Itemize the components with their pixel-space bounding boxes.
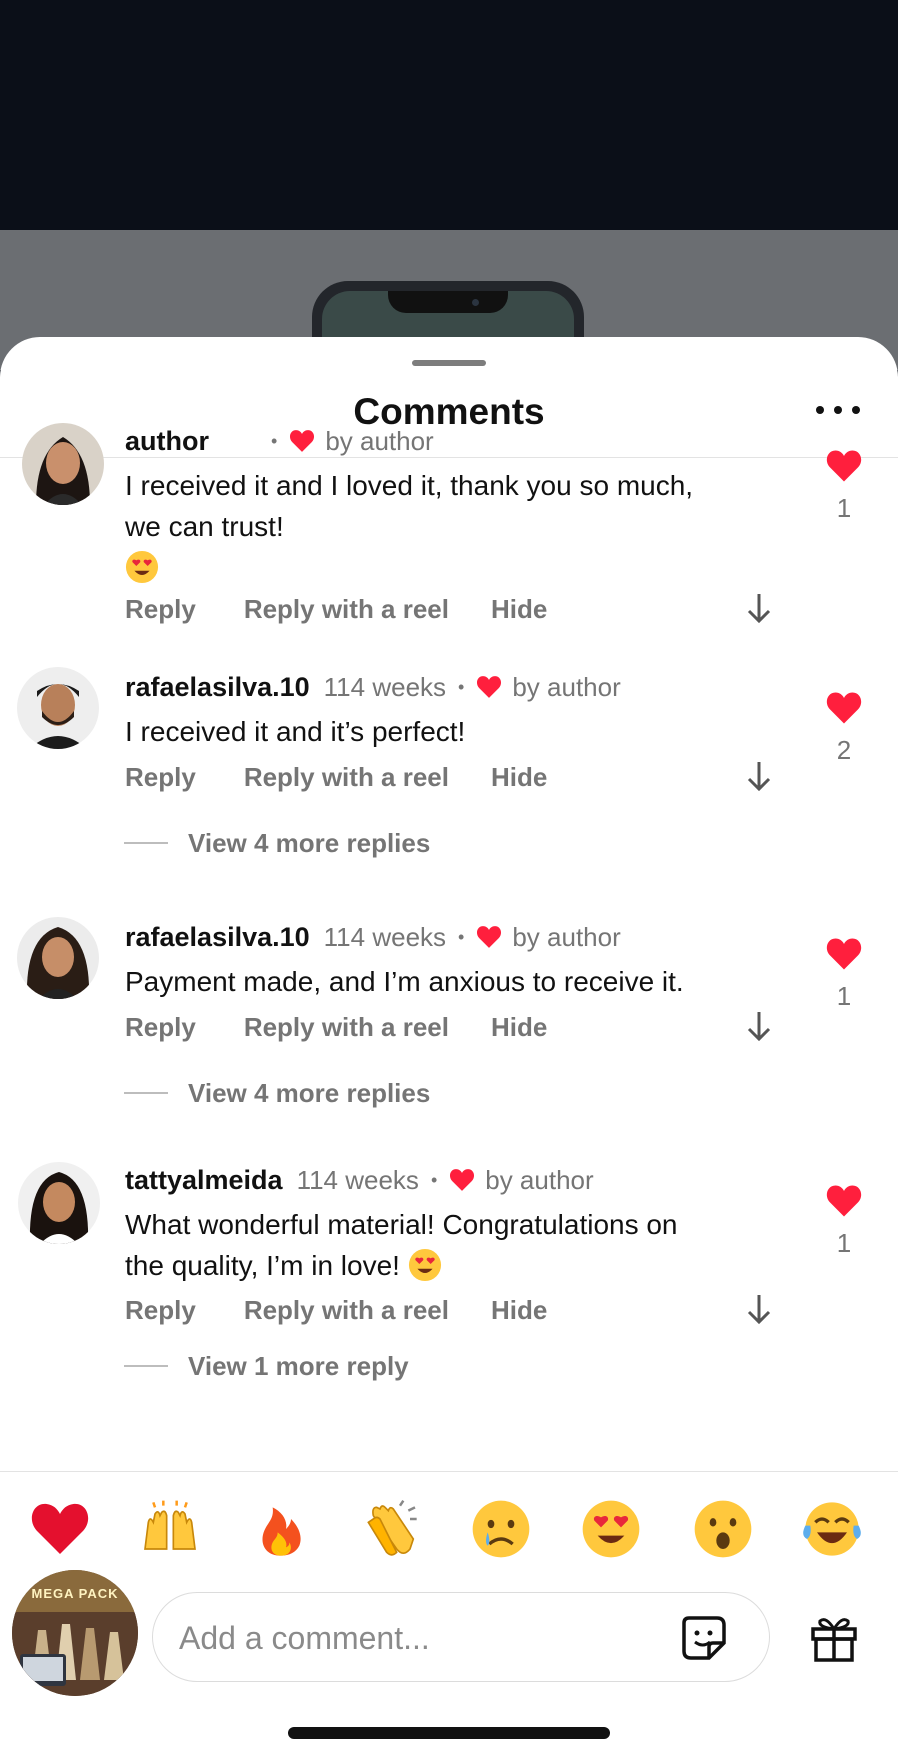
heart-eyes-emoji-button[interactable] — [581, 1499, 641, 1559]
username[interactable]: rafaelasilva.10 — [125, 672, 310, 703]
hide-button[interactable]: Hide — [491, 1012, 547, 1043]
comment-composer[interactable] — [152, 1592, 770, 1683]
surprised-face-emoji-button[interactable] — [693, 1499, 753, 1559]
comment-meta: author • by author — [125, 423, 434, 459]
separator-dot: • — [271, 430, 278, 451]
liked-by-label: by author — [325, 425, 434, 456]
username[interactable]: tattyalmeida — [125, 1165, 283, 1196]
comment-text: Payment made, and I’m anxious to receive… — [125, 966, 684, 997]
post-thumbnail-title: MEGA PACK — [31, 1586, 119, 1601]
like-count: 1 — [836, 493, 852, 523]
heart-icon — [477, 676, 502, 698]
raising-hands-icon — [144, 1500, 196, 1550]
like-button[interactable]: 1 — [820, 449, 868, 524]
surprised-face-icon — [694, 1500, 752, 1558]
like-button[interactable]: 1 — [820, 937, 868, 1012]
arrow-down-icon[interactable] — [745, 591, 773, 625]
heart-icon — [290, 430, 315, 452]
avatar[interactable] — [22, 423, 104, 505]
red-heart-icon — [31, 1503, 89, 1554]
heart-icon — [450, 1169, 475, 1191]
reply-with-reel-button[interactable]: Reply with a reel — [244, 762, 449, 793]
comment-time: 114 weeks — [323, 921, 447, 952]
arrow-down-icon[interactable] — [745, 759, 773, 793]
gift-icon[interactable] — [808, 1612, 860, 1664]
hide-button[interactable]: Hide — [491, 762, 547, 793]
post-thumbnail[interactable]: MEGA PACK — [12, 1570, 138, 1696]
crying-face-icon — [472, 1500, 530, 1558]
comment-meta: tattyalmeida 114 weeks • by author — [125, 1162, 594, 1198]
arrow-down-icon[interactable] — [745, 1292, 773, 1326]
comment-actions: Reply Reply with a reel Hide — [125, 759, 547, 795]
heart-icon — [826, 450, 862, 482]
video-backdrop — [0, 0, 898, 230]
liked-by-label: by author — [485, 1164, 594, 1195]
liked-by-label: by author — [512, 921, 621, 952]
like-button[interactable]: 2 — [820, 691, 868, 766]
red-heart-emoji-button[interactable] — [30, 1499, 90, 1559]
comment-time: 114 weeks — [323, 671, 447, 702]
comment-actions: Reply Reply with a reel Hide — [125, 1009, 547, 1045]
like-count: 1 — [836, 981, 852, 1011]
more-options-icon[interactable] — [816, 399, 860, 421]
avatar[interactable] — [17, 667, 99, 749]
liked-by-label: by author — [512, 671, 621, 702]
divider — [0, 1471, 898, 1472]
fire-icon — [262, 1507, 301, 1556]
reply-button[interactable]: Reply — [125, 762, 196, 793]
like-button[interactable]: 1 — [820, 1184, 868, 1259]
reply-button[interactable]: Reply — [125, 1295, 196, 1326]
avatar[interactable] — [17, 917, 99, 999]
comment-time: 114 weeks — [296, 1164, 419, 1195]
separator-dot: • — [458, 676, 465, 697]
heart-icon — [826, 1185, 862, 1217]
comment-text: What wonderful material! Congratulations… — [125, 1209, 678, 1282]
heart-icon — [826, 692, 862, 724]
tears-of-joy-icon — [803, 1502, 861, 1556]
comment-meta: rafaelasilva.10 114 weeks • by author — [125, 669, 621, 705]
comment-actions: Reply Reply with a reel Hide — [125, 591, 547, 627]
heart-eyes-emoji-icon — [125, 550, 159, 584]
fire-emoji-button[interactable] — [251, 1499, 311, 1559]
heart-eyes-icon — [582, 1500, 640, 1558]
arrow-down-icon[interactable] — [745, 1009, 773, 1043]
tears-of-joy-emoji-button[interactable] — [802, 1499, 862, 1559]
comment-input[interactable] — [177, 1593, 661, 1683]
like-count: 2 — [836, 735, 852, 765]
raising-hands-emoji-button[interactable] — [140, 1499, 200, 1559]
comment-meta: rafaelasilva.10 114 weeks • by author — [125, 919, 621, 955]
comment-text: I received it and I loved it, thank you … — [125, 465, 725, 588]
clapping-hands-emoji-button[interactable] — [360, 1499, 420, 1559]
sticker-icon[interactable] — [679, 1613, 729, 1663]
reply-with-reel-button[interactable]: Reply with a reel — [244, 1295, 449, 1326]
comment-actions: Reply Reply with a reel Hide — [125, 1292, 547, 1328]
heart-eyes-emoji-icon — [408, 1248, 441, 1282]
username[interactable]: rafaelasilva.10 — [125, 922, 310, 953]
reply-with-reel-button[interactable]: Reply with a reel — [244, 594, 449, 625]
home-indicator[interactable] — [288, 1727, 610, 1739]
heart-icon — [826, 938, 862, 970]
view-more-replies-button[interactable]: View 4 more replies — [124, 1075, 430, 1111]
reply-with-reel-button[interactable]: Reply with a reel — [244, 1012, 449, 1043]
crying-face-emoji-button[interactable] — [471, 1499, 531, 1559]
view-more-replies-button[interactable]: View 4 more replies — [124, 825, 430, 861]
hide-button[interactable]: Hide — [491, 1295, 547, 1326]
separator-dot: • — [430, 1169, 438, 1190]
like-count: 1 — [836, 1228, 852, 1258]
drag-handle[interactable] — [412, 360, 486, 366]
clapping-hands-icon — [367, 1499, 417, 1556]
comments-sheet: Comments author • by author I received i… — [0, 337, 898, 1751]
separator-dot: • — [458, 926, 465, 947]
comment-text: I received it and it’s perfect! — [125, 716, 466, 747]
heart-icon — [477, 926, 502, 948]
username[interactable]: author — [125, 426, 209, 457]
reply-button[interactable]: Reply — [125, 1012, 196, 1043]
reply-button[interactable]: Reply — [125, 594, 196, 625]
hide-button[interactable]: Hide — [491, 594, 547, 625]
view-more-replies-button[interactable]: View 1 more reply — [124, 1348, 409, 1384]
avatar[interactable] — [18, 1162, 100, 1244]
